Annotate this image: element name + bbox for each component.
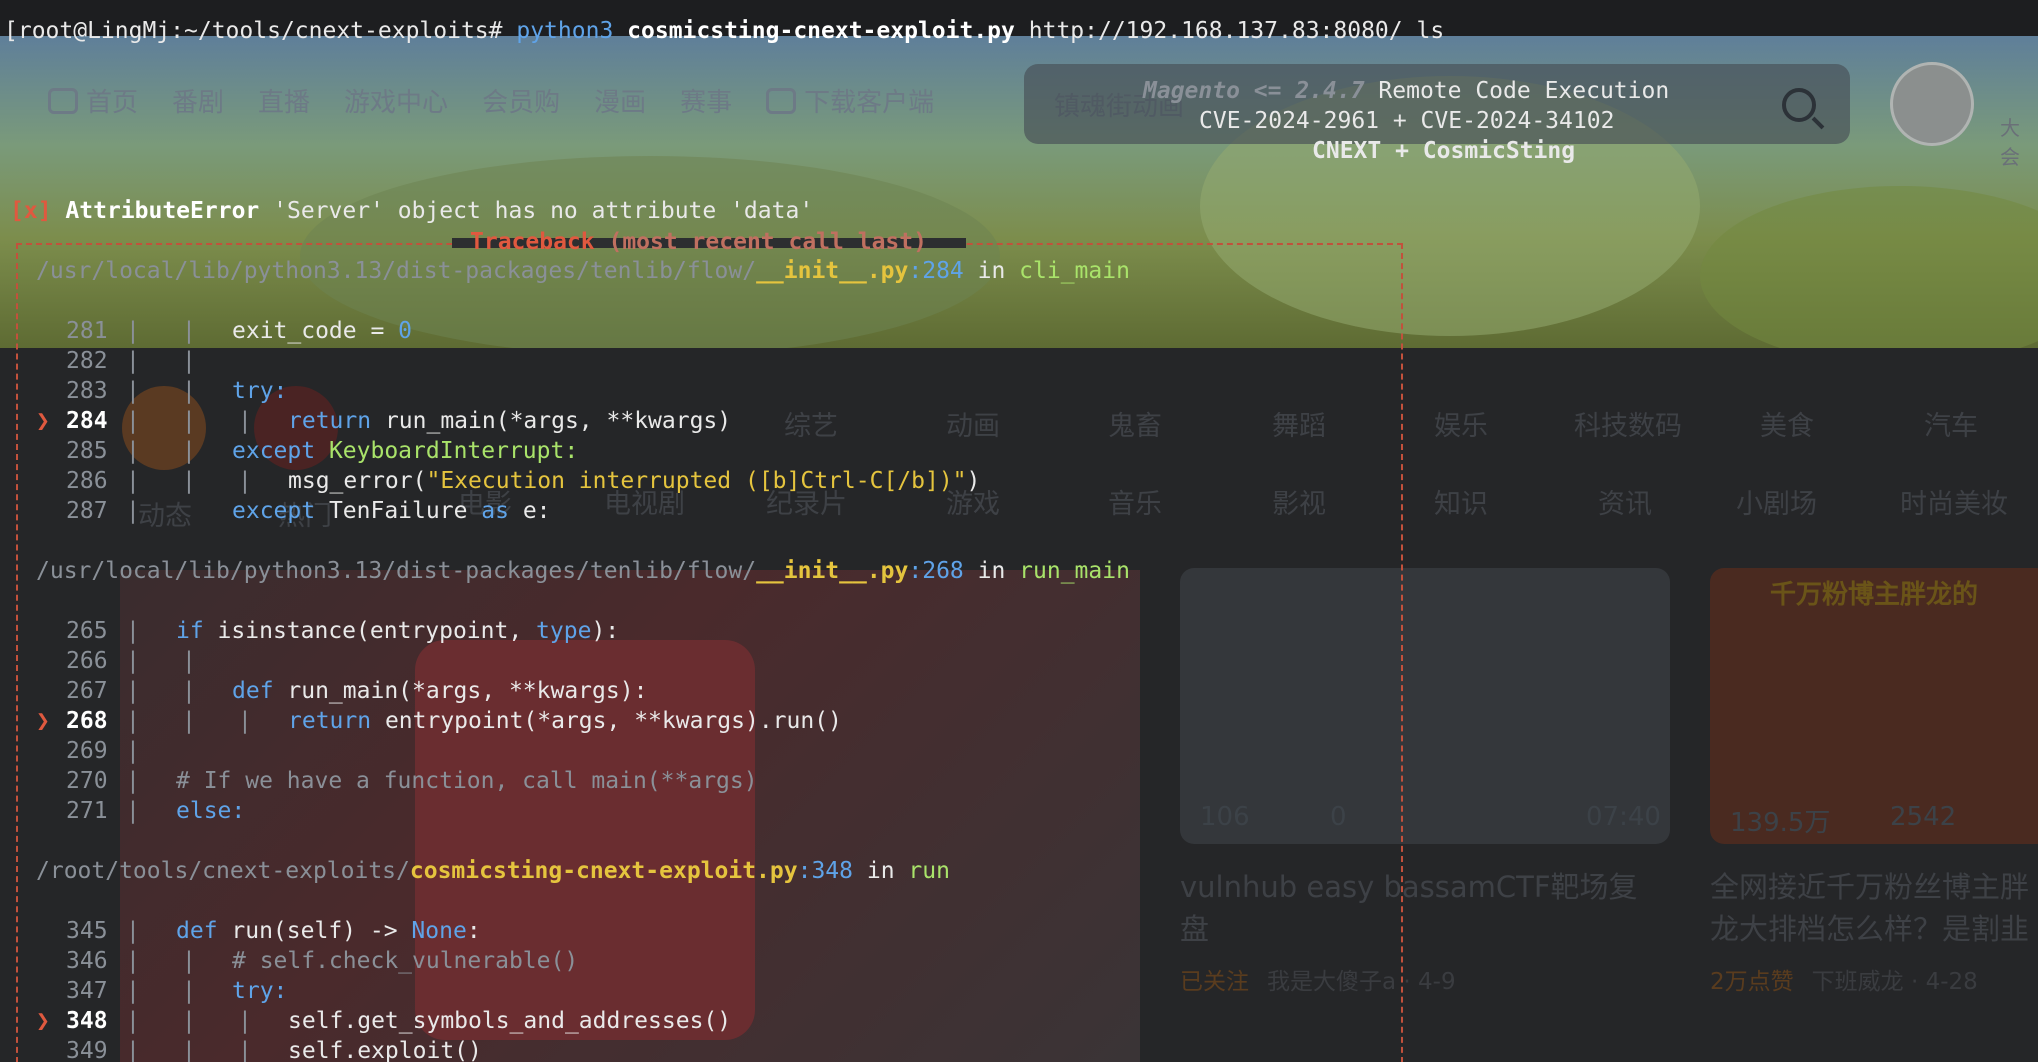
code-line: 348: [66, 1008, 108, 1034]
gutter-pipe: |: [126, 708, 140, 734]
gutter-pipe: |: [126, 348, 140, 374]
code-comment: # self.check_vulnerable(): [232, 948, 579, 974]
gutter-pipe: |: [182, 348, 196, 374]
code-text: def run_main(*args, **kwargs):: [232, 678, 648, 704]
gutter-pipe: |: [126, 378, 140, 404]
terminal-window[interactable]: [root@LingMj:~/tools/cnext-exploits# pyt…: [0, 0, 2038, 1062]
exploit-banner-line2: CVE-2024-2961 + CVE-2024-34102: [1199, 108, 1615, 134]
gutter-pipe: |: [238, 1008, 252, 1034]
exploit-banner-line3: CNEXT + CosmicSting: [1312, 138, 1576, 164]
gutter-pipe: |: [126, 678, 140, 704]
code-line: 346: [66, 948, 108, 974]
command-line: [root@LingMj:~/tools/cnext-exploits# pyt…: [4, 18, 1445, 44]
code-text: try:: [232, 978, 288, 1004]
frame-location: /usr/local/lib/python3.13/dist-packages/…: [36, 258, 1130, 284]
gutter-pipe: |: [126, 768, 140, 794]
code-line: 287: [66, 498, 108, 524]
code-text: self.exploit(): [288, 1038, 482, 1062]
gutter-pipe: |: [238, 1038, 252, 1062]
frame-location: /root/tools/cnext-exploits/cosmicsting-c…: [36, 858, 950, 884]
code-text: def run(self) -> None:: [176, 918, 481, 944]
gutter-pipe: |: [126, 438, 140, 464]
current-line-marker: ❯: [36, 408, 50, 434]
exploit-banner-line1: Magento <= 2.4.7 Remote Code Execution: [1143, 78, 1670, 104]
gutter-pipe: |: [126, 408, 140, 434]
gutter-pipe: |: [182, 648, 196, 674]
code-text: if isinstance(entrypoint, type):: [176, 618, 620, 644]
code-text: self.get_symbols_and_addresses(): [288, 1008, 732, 1034]
code-text: else:: [176, 798, 246, 824]
gutter-pipe: |: [182, 408, 196, 434]
gutter-pipe: |: [182, 438, 196, 464]
code-line: 269: [66, 738, 108, 764]
code-text: msg_error("Execution interrupted ([b]Ctr…: [288, 468, 981, 494]
code-text: except TenFailure as e:: [232, 498, 551, 524]
frame-location: /usr/local/lib/python3.13/dist-packages/…: [36, 558, 1130, 584]
code-text: exit_code = 0: [232, 318, 413, 344]
gutter-pipe: |: [126, 498, 140, 524]
gutter-pipe: |: [238, 408, 252, 434]
gutter-pipe: |: [126, 978, 140, 1004]
gutter-pipe: |: [126, 318, 140, 344]
gutter-pipe: |: [126, 1038, 140, 1062]
code-line: 285: [66, 438, 108, 464]
gutter-pipe: |: [238, 708, 252, 734]
code-line: 282: [66, 348, 108, 374]
code-line: 347: [66, 978, 108, 1004]
gutter-pipe: |: [182, 1008, 196, 1034]
gutter-pipe: |: [126, 1008, 140, 1034]
code-comment: # If we have a function, call main(**arg…: [176, 768, 758, 794]
gutter-pipe: |: [182, 708, 196, 734]
gutter-pipe: |: [182, 978, 196, 1004]
code-text: return entrypoint(*args, **kwargs).run(): [288, 708, 842, 734]
code-line: 271: [66, 798, 108, 824]
traceback-title: Traceback (most recent call last): [470, 229, 927, 255]
code-line: 265: [66, 618, 108, 644]
gutter-pipe: |: [182, 1038, 196, 1062]
gutter-pipe: |: [126, 918, 140, 944]
code-line: 270: [66, 768, 108, 794]
code-line: 283: [66, 378, 108, 404]
gutter-pipe: |: [238, 468, 252, 494]
gutter-pipe: |: [126, 618, 140, 644]
code-line: 281: [66, 318, 108, 344]
gutter-pipe: |: [182, 468, 196, 494]
current-line-marker: ❯: [36, 708, 50, 734]
gutter-pipe: |: [182, 378, 196, 404]
gutter-pipe: |: [126, 948, 140, 974]
code-text: try:: [232, 378, 288, 404]
gutter-pipe: |: [126, 738, 140, 764]
gutter-pipe: |: [182, 948, 196, 974]
gutter-pipe: |: [182, 318, 196, 344]
current-line-marker: ❯: [36, 1008, 50, 1034]
code-line: 284: [66, 408, 108, 434]
code-line: 268: [66, 708, 108, 734]
code-line: 267: [66, 678, 108, 704]
code-line: 286: [66, 468, 108, 494]
code-text: return run_main(*args, **kwargs): [288, 408, 732, 434]
gutter-pipe: |: [126, 468, 140, 494]
gutter-pipe: |: [126, 798, 140, 824]
gutter-pipe: |: [182, 678, 196, 704]
gutter-pipe: |: [126, 648, 140, 674]
code-line: 349: [66, 1038, 108, 1062]
error-line: [x] AttributeError 'Server' object has n…: [10, 198, 814, 224]
code-line: 266: [66, 648, 108, 674]
code-text: except KeyboardInterrupt:: [232, 438, 579, 464]
code-line: 345: [66, 918, 108, 944]
